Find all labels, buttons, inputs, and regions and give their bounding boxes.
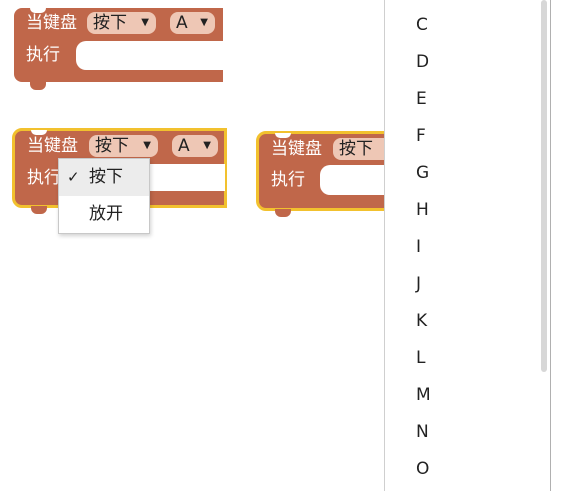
key-option-m[interactable]: M xyxy=(385,377,431,414)
menu-item-release[interactable]: 放开 xyxy=(59,196,149,233)
block-do-label: 执行 xyxy=(27,168,61,188)
key-option-i[interactable]: I xyxy=(385,229,431,266)
action-dropdown[interactable]: 按下 ▼ xyxy=(89,135,158,157)
key-menu-scrollbar[interactable] xyxy=(541,0,547,372)
dropdown-arrow-icon: ▼ xyxy=(141,17,149,28)
block-when-label: 当键盘 xyxy=(271,139,322,159)
key-option-g[interactable]: G xyxy=(385,155,431,192)
block-top-notch xyxy=(275,133,291,138)
block-bottom-notch xyxy=(31,206,47,214)
check-icon: ✓ xyxy=(67,168,80,186)
menu-item-label: 放开 xyxy=(89,204,123,224)
dropdown-arrow-icon: ▼ xyxy=(203,140,211,151)
key-dropdown-menu: C D E F G H I J K L M N O xyxy=(384,0,551,491)
block-top-notch xyxy=(30,8,46,13)
key-option-f[interactable]: F xyxy=(385,118,431,155)
key-option-o[interactable]: O xyxy=(385,451,431,488)
menu-item-press[interactable]: ✓ 按下 xyxy=(59,159,149,196)
block-when-label: 当键盘 xyxy=(27,136,78,156)
action-dropdown-menu: ✓ 按下 放开 xyxy=(58,158,150,234)
block-top-notch xyxy=(31,130,47,135)
dropdown-arrow-icon: ▼ xyxy=(143,140,151,151)
key-option-e[interactable]: E xyxy=(385,81,431,118)
key-option-list: C D E F G H I J K L M N O xyxy=(385,7,431,488)
key-dropdown-value: A xyxy=(178,136,190,156)
block-do-label: 执行 xyxy=(271,170,305,190)
action-dropdown[interactable]: 按下 ▼ xyxy=(87,12,156,34)
key-option-l[interactable]: L xyxy=(385,340,431,377)
key-option-h[interactable]: H xyxy=(385,192,431,229)
block-when-label: 当键盘 xyxy=(26,13,77,33)
keyboard-event-block[interactable]: 当键盘 按下 ▼ A ▼ 执行 xyxy=(14,8,223,90)
key-dropdown-value: A xyxy=(176,13,188,33)
key-option-d[interactable]: D xyxy=(385,44,431,81)
key-option-j[interactable]: J xyxy=(385,266,431,303)
dropdown-arrow-icon: ▼ xyxy=(200,17,208,28)
menu-item-label: 按下 xyxy=(89,167,123,187)
statement-input-slot[interactable] xyxy=(76,41,223,70)
key-dropdown[interactable]: A ▼ xyxy=(170,12,215,34)
block-do-label: 执行 xyxy=(26,45,60,65)
block-bottom-notch xyxy=(275,209,291,217)
block-bottom-notch xyxy=(30,82,46,90)
key-option-c[interactable]: C xyxy=(385,7,431,44)
action-dropdown-value: 按下 xyxy=(339,139,373,159)
action-dropdown-value: 按下 xyxy=(95,136,129,156)
statement-input-slot[interactable] xyxy=(320,165,388,195)
keyboard-event-block-partial[interactable]: 当键盘 按下 执行 xyxy=(256,131,393,217)
action-dropdown-value: 按下 xyxy=(93,13,127,33)
key-dropdown[interactable]: A ▼ xyxy=(172,135,218,157)
key-option-k[interactable]: K xyxy=(385,303,431,340)
key-option-n[interactable]: N xyxy=(385,414,431,451)
